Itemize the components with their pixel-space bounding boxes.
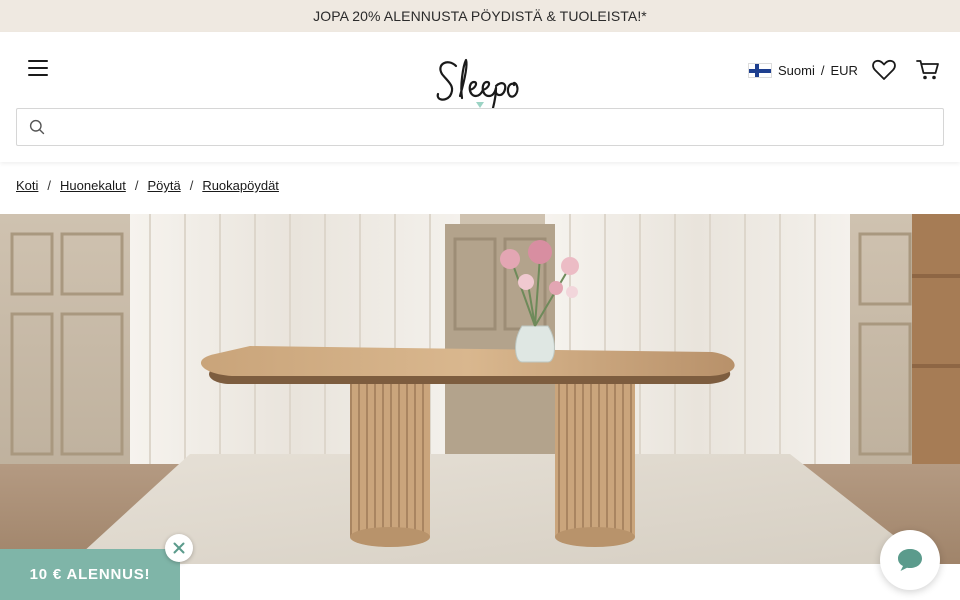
breadcrumb: Koti / Huonekalut / Pöytä / Ruokapöydät [16, 178, 279, 193]
search-bar[interactable] [16, 108, 944, 146]
currency-label: EUR [830, 62, 858, 78]
chat-button[interactable] [880, 530, 940, 590]
breadcrumb-separator: / [47, 178, 52, 193]
search-input[interactable] [57, 109, 943, 145]
breadcrumb-separator: / [189, 178, 194, 193]
finland-flag-icon [748, 62, 772, 78]
menu-icon[interactable] [28, 60, 48, 78]
promo-banner-text: JOPA 20% ALENNUSTA PÖYDISTÄ & TUOLEISTA!… [313, 8, 647, 24]
breadcrumb-separator: / [134, 178, 139, 193]
breadcrumb-item-huonekalut[interactable]: Huonekalut [60, 178, 126, 193]
breadcrumb-item-ruokapoydat[interactable]: Ruokapöydät [202, 178, 279, 193]
breadcrumb-item-poyta[interactable]: Pöytä [147, 178, 180, 193]
search-icon[interactable] [17, 108, 57, 146]
cart-icon[interactable] [915, 58, 941, 82]
chat-bubble-icon [898, 549, 922, 571]
hero-image [0, 214, 960, 564]
promo-banner[interactable]: JOPA 20% ALENNUSTA PÖYDISTÄ & TUOLEISTA!… [0, 0, 960, 32]
language-label: Suomi [778, 62, 815, 78]
sleepo-logo[interactable] [430, 52, 530, 116]
heart-icon[interactable] [871, 58, 897, 82]
locale-selector[interactable]: Suomi / EUR [748, 60, 858, 80]
breadcrumb-item-koti[interactable]: Koti [16, 178, 38, 193]
discount-button[interactable]: 10 € ALENNUS! [0, 549, 180, 600]
close-icon[interactable] [165, 534, 193, 562]
site-header: Suomi / EUR [0, 32, 960, 162]
locale-separator: / [820, 62, 825, 78]
discount-label: 10 € ALENNUS! [29, 566, 151, 583]
